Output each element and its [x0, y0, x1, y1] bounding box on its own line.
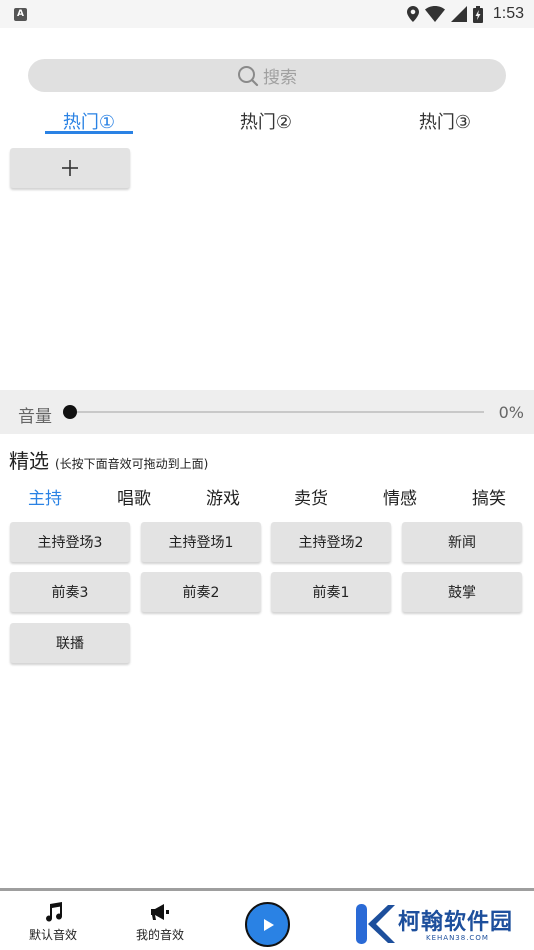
clock: 1:53 — [492, 5, 524, 22]
add-sound-button[interactable] — [10, 148, 130, 188]
search-icon — [238, 65, 259, 86]
music-note-icon — [46, 902, 63, 922]
sound-button[interactable]: 前奏3 — [10, 572, 130, 612]
featured-hint: (长按下面音效可拖动到上面) — [55, 457, 209, 471]
tab-category-funny[interactable]: 搞笑 — [444, 484, 534, 509]
watermark-name: 柯翰软件园 — [398, 910, 514, 935]
nav-my-sounds-label: 我的音效 — [135, 928, 184, 942]
wifi-icon — [424, 6, 445, 22]
sound-button[interactable]: 主持登场3 — [10, 522, 130, 562]
tab-category-singing[interactable]: 唱歌 — [89, 484, 179, 509]
nav-my-sounds[interactable]: 我的音效 — [125, 901, 195, 943]
tab-hot-3[interactable]: 热门③ — [380, 108, 510, 134]
megaphone-icon — [151, 904, 169, 920]
location-icon — [406, 6, 419, 22]
featured-title: 精选 — [9, 449, 49, 473]
sound-button[interactable]: 主持登场2 — [271, 522, 391, 562]
tab-category-selling[interactable]: 卖货 — [266, 484, 356, 509]
active-tab-indicator — [45, 131, 133, 134]
nav-default-sounds-label: 默认音效 — [28, 928, 77, 942]
tab-category-emotion[interactable]: 情感 — [355, 484, 445, 509]
sound-button[interactable]: 前奏1 — [271, 572, 391, 612]
sound-button[interactable]: 前奏2 — [141, 572, 261, 612]
volume-label: 音量 — [18, 407, 52, 427]
play-button[interactable] — [245, 902, 290, 947]
volume-value: 0% — [498, 403, 524, 422]
plus-icon — [62, 160, 78, 176]
volume-slider-thumb[interactable] — [63, 405, 77, 419]
tab-category-host[interactable]: 主持 — [0, 484, 90, 509]
sound-button[interactable]: 联播 — [10, 623, 130, 663]
kehan-logo-icon — [356, 904, 395, 944]
watermark-domain: KEHAN38.COM — [426, 934, 489, 942]
sound-button[interactable]: 新闻 — [402, 522, 522, 562]
tab-category-gaming[interactable]: 游戏 — [178, 484, 268, 509]
search-input[interactable]: 搜索 — [28, 59, 506, 92]
status-bar: A 1:53 — [0, 0, 534, 28]
play-icon — [263, 918, 274, 931]
search-placeholder: 搜索 — [263, 68, 297, 88]
featured-header: 精选 (长按下面音效可拖动到上面) — [9, 445, 208, 474]
nav-default-sounds[interactable]: 默认音效 — [18, 901, 88, 943]
app-notification-icon: A — [14, 8, 27, 21]
category-tabs: 主持 唱歌 游戏 卖货 情感 搞笑 — [0, 484, 534, 510]
signal-icon — [450, 6, 467, 22]
battery-icon — [472, 5, 483, 23]
sound-button[interactable]: 鼓掌 — [402, 572, 522, 612]
watermark: 柯翰软件园 KEHAN38.COM — [354, 902, 532, 948]
tab-hot-2[interactable]: 热门② — [201, 108, 331, 134]
volume-slider-track[interactable] — [70, 411, 484, 413]
status-icons: 1:53 — [406, 3, 524, 25]
volume-bar: 音量 0% — [0, 390, 534, 434]
sound-button[interactable]: 主持登场1 — [141, 522, 261, 562]
